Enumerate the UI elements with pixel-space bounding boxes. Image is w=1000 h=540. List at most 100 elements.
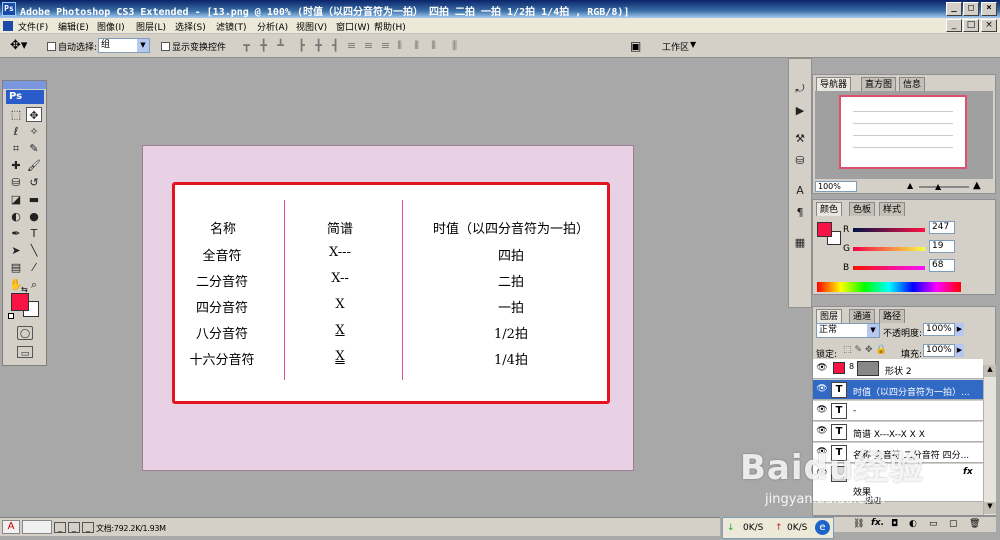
opacity-input[interactable]: 100% — [923, 323, 955, 336]
zoom-slider-handle-icon[interactable]: ▲ — [935, 182, 941, 191]
add-style-icon[interactable]: fx. — [871, 518, 884, 528]
clone-stamp-icon[interactable]: ⛁ — [8, 175, 24, 190]
align-right-icon[interactable]: ┫ — [329, 40, 342, 52]
move-tool-icon[interactable]: ✥ — [26, 107, 42, 122]
lasso-tool-icon[interactable]: ℓ — [8, 124, 24, 139]
magic-wand-icon[interactable]: ✧ — [26, 124, 42, 139]
status-minimize-icon[interactable]: _ — [54, 522, 66, 533]
add-mask-icon[interactable]: ◘ — [891, 519, 898, 529]
layer-row-selected[interactable]: 👁 T 时值（以四分音符为一拍）... — [813, 380, 983, 400]
status-restore-icon[interactable]: _ — [68, 522, 80, 533]
align-vcenter-icon[interactable]: ╋ — [257, 40, 270, 52]
distribute-right-icon[interactable]: ⫴ — [427, 40, 440, 52]
visibility-eye-icon[interactable]: 👁 — [815, 426, 829, 438]
clone-source-icon[interactable]: ⛁ — [792, 153, 808, 168]
ie-icon[interactable]: e — [815, 520, 830, 535]
distribute-vcenter-icon[interactable]: ≡ — [362, 40, 375, 52]
menu-window[interactable]: 窗口(W) — [336, 20, 370, 33]
g-value-input[interactable]: 19 — [929, 240, 955, 253]
align-hcenter-icon[interactable]: ╋ — [312, 40, 325, 52]
align-top-icon[interactable]: ┳ — [240, 40, 253, 52]
default-colors-icon[interactable] — [8, 313, 14, 319]
align-left-icon[interactable]: ┣ — [295, 40, 308, 52]
zoom-slider[interactable] — [919, 186, 969, 188]
distribute-hcenter-icon[interactable]: ⫴ — [410, 40, 423, 52]
gradient-tool-icon[interactable]: ▬ — [26, 192, 42, 207]
crop-tool-icon[interactable]: ⌗ — [8, 141, 24, 156]
layer-row[interactable]: 👁 8 形状 2 — [813, 359, 983, 379]
layer-row[interactable]: 👁 T 简谱 X---X--X X X — [813, 422, 983, 442]
path-select-icon[interactable]: ➤ — [8, 243, 24, 258]
dodge-tool-icon[interactable]: ● — [26, 209, 42, 224]
history-brush-icon[interactable]: ↺ — [26, 175, 42, 190]
distribute-top-icon[interactable]: ≡ — [345, 40, 358, 52]
color-ramp[interactable] — [817, 282, 961, 292]
new-group-icon[interactable]: ▭ — [929, 519, 938, 529]
brush-tool-icon[interactable]: 🖌 — [26, 158, 42, 173]
menu-file[interactable]: 文件(F) — [18, 20, 48, 33]
blur-tool-icon[interactable]: ◐ — [8, 209, 24, 224]
workspace-label[interactable]: 工作区 — [662, 40, 689, 53]
menu-analysis[interactable]: 分析(A) — [257, 20, 288, 33]
screen-mode-icon[interactable]: ▭ — [17, 346, 33, 359]
opacity-arrow-icon[interactable]: ▶ — [955, 323, 964, 336]
fg-color-swatch[interactable] — [817, 222, 832, 237]
type-tool-icon[interactable]: T — [26, 226, 42, 241]
scroll-down-icon[interactable]: ▼ — [984, 502, 996, 514]
actions-panel-icon[interactable]: ▶ — [792, 103, 808, 118]
status-close-icon[interactable]: _ — [82, 522, 94, 533]
paragraph-panel-icon[interactable]: ¶ — [792, 205, 808, 220]
menu-filter[interactable]: 滤镜(T) — [216, 20, 247, 33]
line-tool-icon[interactable]: ╲ — [26, 243, 42, 258]
delete-layer-icon[interactable]: 🗑 — [969, 519, 980, 529]
scroll-up-icon[interactable]: ▲ — [984, 365, 996, 377]
doc-close-button[interactable]: × — [981, 19, 997, 32]
menu-help[interactable]: 帮助(H) — [374, 20, 406, 33]
pen-tool-icon[interactable]: ✒ — [8, 226, 24, 241]
visibility-eye-icon[interactable]: 👁 — [815, 384, 829, 396]
tab-layers[interactable]: 图层 — [816, 309, 843, 323]
menu-image[interactable]: 图像(I) — [97, 20, 125, 33]
b-value-input[interactable]: 68 — [929, 259, 955, 272]
notes-tool-icon[interactable]: ▤ — [8, 260, 24, 275]
visibility-eye-icon[interactable]: 👁 — [815, 405, 829, 417]
lock-icons[interactable]: ⬚✎✥🔒 — [843, 345, 890, 355]
zoom-field[interactable]: 100% — [815, 181, 857, 192]
b-slider[interactable] — [853, 266, 925, 270]
auto-select-checkbox[interactable] — [47, 42, 56, 51]
move-tool-icon[interactable]: ✥▾ — [10, 38, 27, 53]
visibility-eye-icon[interactable]: 👁 — [815, 363, 829, 375]
eyedropper-icon[interactable]: ⁄ — [26, 260, 42, 275]
workspace-icon[interactable]: ▣ — [630, 39, 641, 53]
workspace-chevron-icon[interactable]: ▼ — [690, 40, 696, 49]
eraser-tool-icon[interactable]: ◪ — [8, 192, 24, 207]
r-slider[interactable] — [853, 228, 925, 232]
link-layers-icon[interactable]: ⛓ — [853, 519, 864, 529]
doc-minimize-button[interactable]: _ — [946, 19, 962, 32]
doc-restore-button[interactable]: □ — [963, 19, 979, 32]
layers-scrollbar[interactable]: ▲ ▼ — [983, 365, 996, 515]
auto-align-icon[interactable]: ⫼ — [448, 40, 461, 52]
tab-histogram[interactable]: 直方图 — [861, 77, 897, 91]
distribute-bottom-icon[interactable]: ≡ — [379, 40, 392, 52]
zoom-in-icon[interactable]: ▲ — [973, 180, 981, 191]
quick-mask-icon[interactable]: ◯ — [17, 326, 33, 340]
auto-select-dropdown[interactable]: 组 ▼ — [98, 38, 150, 53]
menu-view[interactable]: 视图(V) — [296, 20, 327, 33]
align-bottom-icon[interactable]: ┻ — [274, 40, 287, 52]
tab-paths[interactable]: 路径 — [879, 309, 906, 323]
menu-edit[interactable]: 编辑(E) — [58, 20, 89, 33]
layer-comps-icon[interactable]: ▦ — [792, 235, 808, 250]
adjustment-layer-icon[interactable]: ◐ — [909, 519, 917, 529]
layer-row[interactable]: 👁 T - — [813, 401, 983, 421]
slice-tool-icon[interactable]: ✎ — [26, 141, 42, 156]
tab-swatches[interactable]: 色板 — [849, 202, 876, 216]
new-layer-icon[interactable]: ▢ — [949, 519, 958, 529]
menu-layer[interactable]: 图层(L) — [136, 20, 166, 33]
menu-select[interactable]: 选择(S) — [175, 20, 206, 33]
show-transform-checkbox[interactable] — [161, 42, 170, 51]
tab-color[interactable]: 颜色 — [816, 202, 843, 216]
tool-presets-icon[interactable]: ⚒ — [792, 131, 808, 146]
foreground-color-swatch[interactable] — [11, 293, 29, 311]
restore-button[interactable]: □ — [963, 2, 979, 16]
